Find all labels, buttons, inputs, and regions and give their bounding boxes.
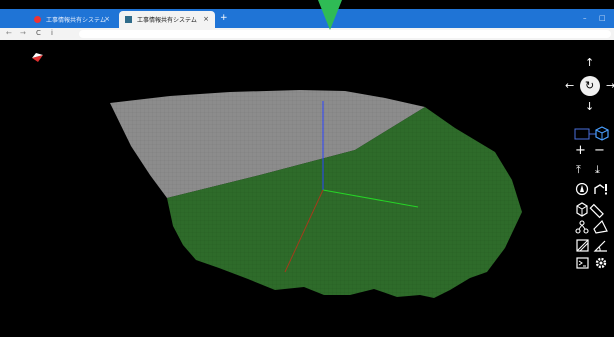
minimize-icon[interactable]: –: [583, 14, 587, 22]
favicon-icon: [125, 16, 132, 23]
tab-inactive-label: 工事情報共有システム: [46, 17, 106, 24]
pan-left-icon[interactable]: ←: [565, 80, 574, 91]
raise-icon[interactable]: ⤒: [576, 164, 581, 175]
angle-icon[interactable]: [593, 240, 607, 252]
new-tab-button[interactable]: +: [220, 13, 228, 23]
measure-ruler-icon[interactable]: [589, 203, 604, 219]
view-mode-icon[interactable]: [574, 126, 610, 142]
3d-viewer[interactable]: ↑ ← → ↓ ↻ + − ⤒ ⤓: [0, 40, 614, 337]
pan-right-icon[interactable]: →: [606, 80, 614, 91]
maximize-icon[interactable]: □: [599, 14, 606, 22]
section-view-icon[interactable]: [576, 239, 589, 252]
compass-icon: [32, 53, 43, 62]
pointer-arrow: [318, 0, 342, 30]
pan-up-icon[interactable]: ↑: [585, 57, 594, 68]
tab-active-label: 工事情報共有システム: [137, 17, 197, 24]
lower-icon[interactable]: ⤓: [595, 164, 600, 175]
tab-active[interactable]: 工事情報共有システム ×: [119, 11, 215, 28]
favicon-icon: [34, 16, 41, 23]
area-measure-icon[interactable]: [593, 219, 608, 234]
zoom-out-icon[interactable]: −: [594, 144, 605, 157]
tab-active-close-icon[interactable]: ×: [203, 15, 209, 23]
browser-tab-strip: 工事情報共有システム × 工事情報共有システム × + – □: [0, 9, 614, 28]
terrain-tool-icon[interactable]: [594, 184, 607, 195]
console-icon[interactable]: [576, 257, 589, 269]
address-bar: ← → C i: [0, 28, 614, 40]
reload-button[interactable]: C: [36, 29, 41, 37]
forward-button[interactable]: →: [20, 29, 26, 37]
site-info-icon[interactable]: i: [51, 29, 53, 37]
layers-icon[interactable]: [576, 202, 588, 217]
rotate-icon: ↻: [585, 79, 595, 92]
network-icon[interactable]: [575, 220, 589, 234]
zoom-in-icon[interactable]: +: [575, 144, 586, 157]
url-input[interactable]: [79, 30, 611, 38]
north-compass-icon[interactable]: [575, 183, 589, 196]
app-window: 工事情報共有システム × 工事情報共有システム × + – □ ← → C i: [0, 0, 614, 337]
back-button[interactable]: ←: [6, 29, 12, 37]
tab-inactive[interactable]: 工事情報共有システム ×: [28, 11, 116, 28]
terrain-scene[interactable]: [0, 40, 614, 337]
settings-gear-icon[interactable]: [595, 257, 607, 269]
tab-inactive-close-icon[interactable]: ×: [104, 15, 110, 23]
pan-down-icon[interactable]: ↓: [585, 101, 594, 112]
tool-icons: [575, 183, 608, 269]
rotate-button[interactable]: ↻: [580, 76, 600, 96]
